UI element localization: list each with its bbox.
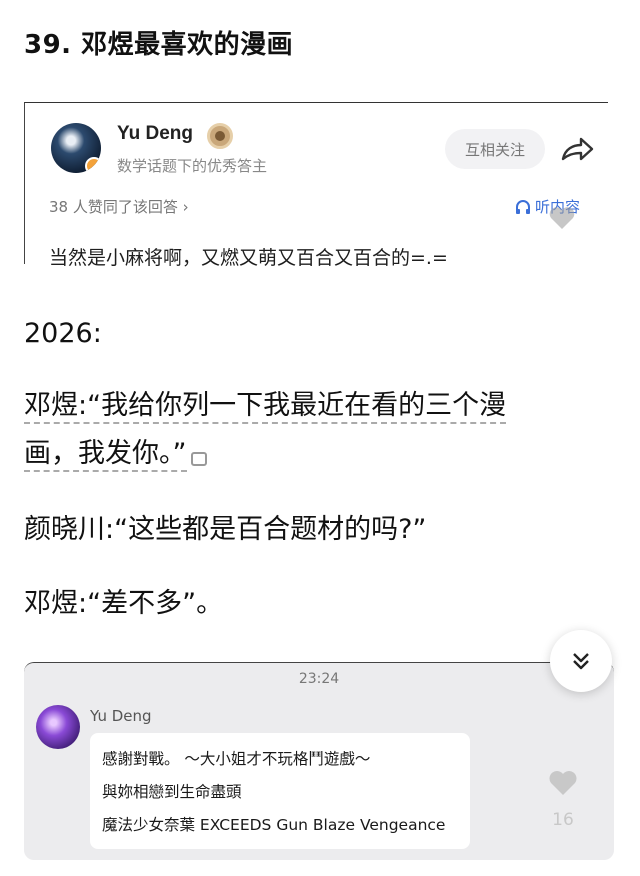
story-line: 邓煜:“差不多”。 <box>24 588 224 619</box>
story-year: 2026: <box>24 318 102 349</box>
share-icon[interactable] <box>559 135 595 165</box>
double-chevron-down-icon <box>573 653 589 670</box>
avatar[interactable] <box>51 123 101 173</box>
comment-icon[interactable] <box>190 451 207 466</box>
page-title: 39. 邓煜最喜欢的漫画 <box>24 30 294 60</box>
story-line: 颜晓川:“这些都是百合题材的吗?” <box>24 514 427 545</box>
message-bubble: 感謝對戰。 ～大小姐才不玩格鬥遊戲～ 與妳相戀到生命盡頭 魔法少女奈葉 EXCE… <box>90 733 470 849</box>
avatar <box>36 705 80 749</box>
verified-badge-icon <box>85 157 101 173</box>
message-line: 與妳相戀到生命盡頭 <box>102 783 242 801</box>
story-line-text: 画，我发你。” <box>24 438 187 472</box>
message-line: 感謝對戰。 ～大小姐才不玩格鬥遊戲～ <box>102 750 371 768</box>
chat-sender-name: Yu Deng <box>90 707 152 725</box>
medal-icon <box>207 123 233 149</box>
scroll-down-button[interactable] <box>550 630 612 692</box>
headphones-icon <box>516 199 530 214</box>
author-name[interactable]: Yu Deng <box>117 123 193 145</box>
chat-timestamp: 23:24 <box>298 671 340 687</box>
embedded-answer-card: Yu Deng 数学话题下的优秀答主 互相关注 38 人赞同了该回答 › 听内容… <box>24 102 608 269</box>
like-heart-icon[interactable] <box>548 770 578 796</box>
story-line: 邓煜:“我给你列一下我最近在看的三个漫 <box>24 384 507 428</box>
message-line: 魔法少女奈葉 EXCEEDS Gun Blaze Vengeance <box>102 816 446 834</box>
likes-count[interactable]: 38 人赞同了该回答 › <box>49 196 189 217</box>
like-count: 16 <box>552 810 574 830</box>
floating-heart-icon <box>549 207 575 229</box>
answer-text: 当然是小麻将啊，又燃又萌又百合又百合的=.= <box>49 247 448 269</box>
author-subtitle: 数学话题下的优秀答主 <box>117 157 268 175</box>
chat-screenshot: 23:24 Yu Deng 感謝對戰。 ～大小姐才不玩格鬥遊戲～ 與妳相戀到生命… <box>24 662 614 860</box>
follow-button[interactable]: 互相关注 <box>445 129 545 169</box>
story-line-text: 邓煜:“我给你列一下我最近在看的三个漫 <box>24 390 507 424</box>
story-line: 画，我发你。” <box>24 432 207 476</box>
